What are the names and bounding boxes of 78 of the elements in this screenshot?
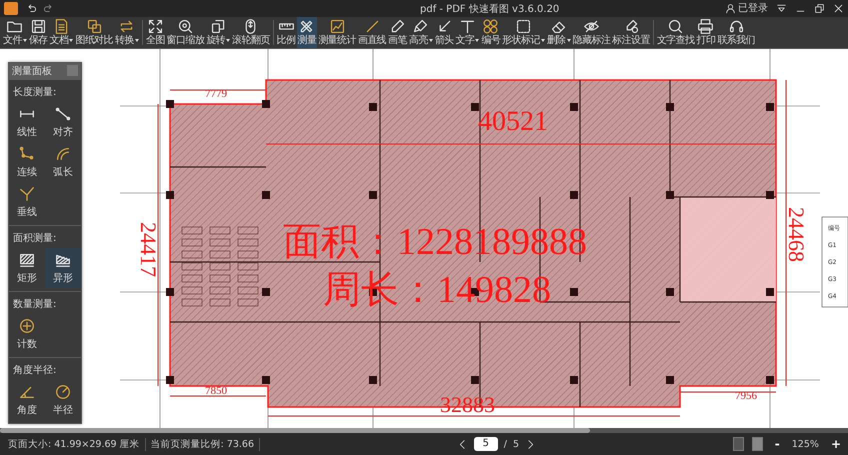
plus-circle-icon <box>18 316 36 335</box>
dimension-label: 24468 <box>784 206 809 262</box>
toolbar-button[interactable]: 比例 <box>276 16 297 48</box>
measure-tool-button[interactable]: 连续 <box>9 142 45 182</box>
measure-scale-text: 当前页测量比例: 73.66 <box>146 438 260 450</box>
dimension-label: 7779 <box>205 88 227 100</box>
window-title: pdf - PDF 快速看图 v3.6.0.20 <box>420 2 560 16</box>
zoom-icon <box>176 18 194 36</box>
chart-icon <box>328 18 346 36</box>
section-title: 面积测量: <box>12 232 58 246</box>
toolbar-button[interactable]: 文字 <box>454 16 480 48</box>
toolbar-button[interactable]: 画笔 <box>387 16 408 48</box>
measure-tool-button[interactable]: 角度 <box>9 380 45 420</box>
page-total: 5 <box>512 438 520 450</box>
overlapping-squares-icon <box>86 18 103 36</box>
radius-circle-icon <box>54 382 72 401</box>
page-size-text: 页面大小: 41.99×29.69 厘米 <box>3 438 146 450</box>
toolbar-button[interactable]: 测量统计 <box>317 16 357 48</box>
double-page-icon[interactable] <box>732 437 744 451</box>
measure-tool-button[interactable]: 异形 <box>45 248 81 288</box>
panel-title: 测量面板 <box>12 64 52 78</box>
restore-icon[interactable] <box>814 2 825 14</box>
toolbar-button[interactable]: 滚轮翻页 <box>231 16 271 48</box>
search-icon <box>667 18 684 36</box>
toolbar-button[interactable]: 联系我们 <box>716 16 756 48</box>
text-icon <box>458 18 476 36</box>
measure-tool-button[interactable]: 线性 <box>9 102 45 142</box>
perpendicular-icon <box>18 184 36 203</box>
menu-dropdown-icon[interactable] <box>776 2 787 14</box>
toolbar-button[interactable]: 画直线 <box>356 16 388 48</box>
toolbar-button[interactable]: 图纸对比 <box>74 16 114 48</box>
undo-icon <box>26 2 38 14</box>
rotate-pages-icon <box>210 18 227 36</box>
horizontal-scrollbar[interactable] <box>0 428 848 433</box>
page-separator: / <box>504 438 507 450</box>
toolbar-button[interactable]: 旋转 <box>205 16 232 48</box>
section-title: 长度测量: <box>12 86 58 100</box>
user-icon <box>725 2 736 14</box>
toolbar-button[interactable]: 形状标记 <box>501 16 546 48</box>
toolbar-button[interactable]: 保存 <box>28 16 49 48</box>
toolbar-button[interactable]: 隐藏标注 <box>572 16 612 48</box>
zoom-out-button[interactable]: - <box>770 437 784 451</box>
toolbar-button[interactable]: 文字查找 <box>656 16 696 48</box>
zoom-level: 125% <box>792 438 819 450</box>
diagonal-dimension-icon <box>54 104 72 123</box>
section-title: 角度半径: <box>12 364 58 378</box>
single-page-icon[interactable] <box>752 437 763 451</box>
account-status[interactable]: 已登录 <box>738 1 768 16</box>
toolbar-button[interactable]: 箭头 <box>434 16 455 48</box>
toolbar-button[interactable]: 高亮 <box>408 16 434 48</box>
toolbar-button[interactable]: 全图 <box>144 16 166 48</box>
toolbar-button[interactable]: 编号 <box>480 16 502 48</box>
toolbar-button[interactable]: 文档 <box>48 16 74 48</box>
dimension-label: 24417 <box>136 222 161 277</box>
redo-icon <box>42 2 54 14</box>
measure-tool-button[interactable]: 计数 <box>9 314 45 354</box>
expand-arrows-icon <box>146 18 164 36</box>
printer-icon <box>697 18 714 36</box>
zoom-in-button[interactable]: + <box>826 437 845 451</box>
toolbar-button[interactable]: 打印 <box>695 16 716 48</box>
toolbar-button[interactable]: 转换 <box>114 16 140 48</box>
page-number-field[interactable]: 5 <box>474 437 498 451</box>
toolbar-button[interactable]: 文件 <box>2 16 28 48</box>
toolbar-button[interactable]: 窗口缩放 <box>166 16 206 48</box>
measure-tool-button[interactable]: 半径 <box>45 380 81 420</box>
dimension-label: 7956 <box>735 390 757 402</box>
toolbar-button[interactable]: 测量 <box>296 16 318 48</box>
numbering-icon <box>482 18 500 36</box>
app-logo-icon <box>4 2 18 15</box>
toolbar-button[interactable]: 删除 <box>546 16 572 48</box>
measure-tool-button[interactable]: 弧长 <box>45 142 81 182</box>
measure-tool-button[interactable]: 垂线 <box>9 182 45 222</box>
measure-tool-button[interactable]: 对齐 <box>45 102 81 142</box>
dashed-square-icon <box>515 18 532 36</box>
measure-tool-button[interactable]: 矩形 <box>9 248 45 288</box>
toolbar-button[interactable]: 标注设置 <box>611 16 651 48</box>
dimension-label: 7850 <box>205 384 227 397</box>
section-title: 数量测量: <box>12 298 58 312</box>
